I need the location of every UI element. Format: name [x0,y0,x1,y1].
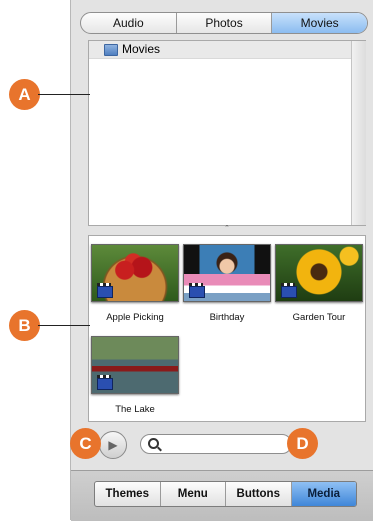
callout-d: D [287,428,318,459]
callout-c: C [70,428,101,459]
movie-item-birthday[interactable]: Birthday [181,244,273,323]
tab-photos[interactable]: Photos [177,13,273,33]
callout-a: A [9,79,40,110]
movie-clapper-icon [97,375,113,390]
vertical-scrollbar[interactable] [351,41,366,225]
movie-item-the-lake[interactable]: The Lake [89,336,181,415]
movie-title: The Lake [115,404,155,415]
play-button[interactable]: ▶ [99,431,127,459]
movie-title: Birthday [209,312,245,323]
movie-thumbnail [183,244,271,302]
movie-title: Apple Picking [106,312,164,323]
tab-movies[interactable]: Movies [272,13,367,33]
folder-label: Movies [122,42,161,56]
movie-thumbnail [91,244,179,302]
tab-audio[interactable]: Audio [81,13,177,33]
movie-thumbnail [91,336,179,394]
pane-splitter[interactable]: ˆ [88,224,366,235]
movie-title: Garden Tour [292,312,346,323]
movie-item-garden-tour[interactable]: Garden Tour [273,244,365,323]
movie-clapper-icon [97,283,113,298]
tab-media[interactable]: Media [291,482,356,506]
movie-item-apple-picking[interactable]: Apple Picking [89,244,181,323]
search-field[interactable] [140,434,292,454]
tab-menu[interactable]: Menu [161,482,226,506]
callout-b-leader [38,325,90,326]
movie-clapper-icon [189,283,205,298]
folder-movies-icon [104,44,118,56]
callout-b: B [9,310,40,341]
search-icon [148,438,159,449]
movie-grid: Apple Picking Birthday Garden Tour The L… [88,235,366,422]
media-type-selector: Audio Photos Movies [80,12,368,34]
folder-list: Movies [88,40,366,226]
tab-buttons[interactable]: Buttons [226,482,292,506]
folder-row-movies[interactable]: Movies [89,41,351,59]
tab-themes[interactable]: Themes [95,482,161,506]
pane-selector: Themes Menu Buttons Media [94,481,357,507]
callout-a-leader [38,94,90,95]
movie-thumbnail [275,244,363,302]
movie-clapper-icon [281,283,297,298]
